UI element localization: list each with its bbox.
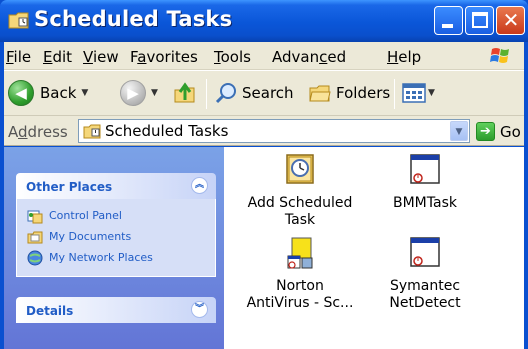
windows-logo-icon bbox=[490, 48, 509, 63]
forward-button[interactable]: ▶ ▼ bbox=[120, 77, 158, 109]
other-places-title: Other Places bbox=[26, 180, 113, 194]
menu-tools[interactable]: Tools bbox=[214, 48, 251, 66]
forward-dropdown-icon[interactable]: ▼ bbox=[151, 88, 158, 98]
search-label: Search bbox=[242, 84, 294, 102]
menu-bar: File Edit View Favorites Tools Advanced … bbox=[4, 42, 524, 70]
scheduled-tasks-folder-icon bbox=[8, 12, 29, 29]
maximize-button[interactable] bbox=[465, 6, 494, 35]
up-folder-icon bbox=[174, 82, 195, 103]
go-button[interactable]: Go bbox=[500, 123, 521, 141]
item-label: Norton bbox=[276, 278, 324, 294]
toolbar-separator bbox=[206, 79, 207, 109]
details-panel: Details ︾ bbox=[16, 297, 216, 323]
minimize-icon bbox=[442, 24, 453, 28]
menu-file[interactable]: File bbox=[6, 48, 31, 66]
details-title: Details bbox=[26, 304, 74, 318]
menu-favorites[interactable]: Favorites bbox=[130, 48, 198, 66]
folders-label: Folders bbox=[336, 84, 391, 102]
title-bar[interactable]: Scheduled Tasks ✕ bbox=[0, 0, 528, 42]
back-button[interactable]: ◀ Back ▼ bbox=[8, 77, 88, 109]
item-symantec-netdetect[interactable]: Symantec NetDetect bbox=[365, 236, 485, 312]
go-arrow-icon[interactable]: ➔ bbox=[476, 122, 495, 141]
standard-toolbar: ◀ Back ▼ ▶ ▼ Search Folders ▼ bbox=[4, 70, 524, 116]
link-my-documents[interactable]: My Documents bbox=[27, 226, 215, 247]
other-places-body: Control Panel My Documents My Network Pl… bbox=[16, 199, 216, 277]
details-header[interactable]: Details ︾ bbox=[16, 297, 216, 323]
close-button[interactable]: ✕ bbox=[496, 6, 525, 35]
menu-edit[interactable]: Edit bbox=[43, 48, 72, 66]
expand-chevron-icon[interactable]: ︾ bbox=[191, 301, 208, 318]
add-scheduled-task-icon bbox=[286, 154, 314, 184]
item-label: Symantec bbox=[389, 278, 461, 294]
item-label: AntiVirus - Sc... bbox=[246, 295, 354, 311]
control-panel-icon bbox=[27, 210, 43, 223]
menu-advanced[interactable]: Advanced bbox=[272, 48, 346, 66]
views-icon bbox=[402, 83, 426, 103]
back-dropdown-icon[interactable]: ▼ bbox=[81, 88, 88, 98]
item-label: BMMTask bbox=[393, 195, 457, 211]
link-text: Control Panel bbox=[49, 209, 122, 222]
forward-arrow-icon: ▶ bbox=[120, 80, 146, 106]
network-places-icon bbox=[27, 250, 43, 265]
my-documents-icon bbox=[27, 231, 43, 243]
back-arrow-icon: ◀ bbox=[8, 80, 34, 106]
other-places-panel: Other Places ︽ Control Panel My Document… bbox=[16, 173, 216, 277]
collapse-chevron-icon[interactable]: ︽ bbox=[191, 177, 208, 194]
item-bmmtask[interactable]: BMMTask bbox=[365, 153, 485, 212]
address-label: Address bbox=[8, 123, 68, 141]
link-control-panel[interactable]: Control Panel bbox=[27, 205, 215, 226]
folders-icon bbox=[309, 85, 331, 102]
link-text: My Network Places bbox=[49, 251, 153, 264]
item-add-scheduled-task[interactable]: Add Scheduled Task bbox=[240, 153, 360, 229]
search-icon bbox=[215, 83, 236, 104]
views-button[interactable]: ▼ bbox=[402, 77, 435, 109]
link-my-network-places[interactable]: My Network Places bbox=[27, 247, 215, 268]
minimize-button[interactable] bbox=[434, 6, 463, 35]
link-text: My Documents bbox=[49, 230, 132, 243]
scheduled-tasks-folder-icon bbox=[83, 124, 101, 139]
address-input[interactable]: Scheduled Tasks ▼ bbox=[78, 119, 470, 143]
task-pane: Other Places ︽ Control Panel My Document… bbox=[4, 147, 224, 349]
window-title: Scheduled Tasks bbox=[34, 7, 233, 31]
toolbar-separator bbox=[394, 79, 395, 109]
menu-help[interactable]: Help bbox=[387, 48, 421, 66]
other-places-header[interactable]: Other Places ︽ bbox=[16, 173, 216, 199]
address-bar: Address Scheduled Tasks ▼ ➔ Go bbox=[4, 116, 524, 146]
folders-button[interactable]: Folders bbox=[308, 77, 390, 109]
item-label: Task bbox=[284, 212, 316, 228]
views-dropdown-icon: ▼ bbox=[428, 88, 435, 98]
address-value: Scheduled Tasks bbox=[105, 122, 229, 140]
address-dropdown-button[interactable]: ▼ bbox=[450, 121, 468, 141]
back-label: Back bbox=[40, 84, 77, 102]
search-button[interactable]: Search bbox=[214, 77, 294, 109]
scheduled-task-window-icon bbox=[410, 237, 440, 267]
item-norton-antivirus[interactable]: Norton AntiVirus - Sc... bbox=[240, 236, 360, 312]
norton-antivirus-task-icon bbox=[287, 237, 313, 269]
item-label: NetDetect bbox=[389, 295, 461, 311]
up-folder-button[interactable] bbox=[172, 77, 198, 109]
item-label: Add Scheduled bbox=[247, 195, 353, 211]
menu-view[interactable]: View bbox=[83, 48, 119, 66]
content-area: Other Places ︽ Control Panel My Document… bbox=[4, 147, 524, 349]
explorer-window: Scheduled Tasks ✕ File Edit View Favorit… bbox=[0, 0, 528, 349]
maximize-icon bbox=[472, 12, 488, 28]
close-icon: ✕ bbox=[502, 8, 520, 32]
scheduled-task-window-icon bbox=[410, 154, 440, 184]
